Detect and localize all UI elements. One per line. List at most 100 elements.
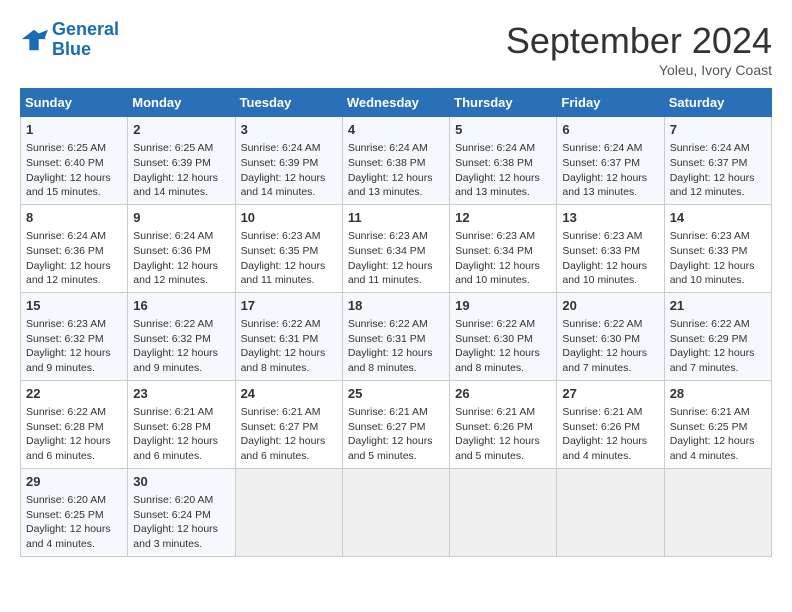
- calendar-cell: 1 Sunrise: 6:25 AM Sunset: 6:40 PM Daylig…: [21, 117, 128, 205]
- day-number: 22: [26, 385, 122, 403]
- calendar-cell: 11Sunrise: 6:23 AM Sunset: 6:34 PM Dayli…: [342, 204, 449, 292]
- day-info: Sunrise: 6:21 AM Sunset: 6:25 PM Dayligh…: [670, 405, 766, 464]
- day-info: Sunrise: 6:21 AM Sunset: 6:28 PM Dayligh…: [133, 405, 229, 464]
- calendar-header-monday: Monday: [128, 89, 235, 117]
- calendar-cell: 19Sunrise: 6:22 AM Sunset: 6:30 PM Dayli…: [450, 292, 557, 380]
- day-info: Sunrise: 6:22 AM Sunset: 6:31 PM Dayligh…: [348, 317, 444, 376]
- day-number: 24: [241, 385, 337, 403]
- day-number: 10: [241, 209, 337, 227]
- calendar-header-sunday: Sunday: [21, 89, 128, 117]
- calendar-week-row: 15 Sunrise: 6:23 AM Sunset: 6:32 PM Dayli…: [21, 292, 772, 380]
- calendar-cell: 18 Sunrise: 6:22 AM Sunset: 6:31 PM Dayli…: [342, 292, 449, 380]
- day-info: Sunrise: 6:21 AM Sunset: 6:26 PM Dayligh…: [455, 405, 551, 464]
- calendar-week-row: 22Sunrise: 6:22 AM Sunset: 6:28 PM Dayli…: [21, 380, 772, 468]
- calendar-header-row: SundayMondayTuesdayWednesdayThursdayFrid…: [21, 89, 772, 117]
- calendar-cell: 13 Sunrise: 6:23 AM Sunset: 6:33 PM Dayli…: [557, 204, 664, 292]
- calendar-cell: 12 Sunrise: 6:23 AM Sunset: 6:34 PM Dayli…: [450, 204, 557, 292]
- calendar-cell: 8 Sunrise: 6:24 AM Sunset: 6:36 PM Daylig…: [21, 204, 128, 292]
- day-info: Sunrise: 6:23 AM Sunset: 6:32 PM Dayligh…: [26, 317, 122, 376]
- logo-line1: General: [52, 19, 119, 39]
- calendar-cell: [235, 468, 342, 556]
- day-info: Sunrise: 6:24 AM Sunset: 6:38 PM Dayligh…: [348, 141, 444, 200]
- day-number: 4: [348, 121, 444, 139]
- day-number: 18: [348, 297, 444, 315]
- day-number: 6: [562, 121, 658, 139]
- calendar-header-saturday: Saturday: [664, 89, 771, 117]
- day-number: 5: [455, 121, 551, 139]
- calendar-header-thursday: Thursday: [450, 89, 557, 117]
- calendar-header-tuesday: Tuesday: [235, 89, 342, 117]
- day-number: 7: [670, 121, 766, 139]
- day-info: Sunrise: 6:23 AM Sunset: 6:34 PM Dayligh…: [348, 229, 444, 288]
- day-number: 17: [241, 297, 337, 315]
- day-number: 16: [133, 297, 229, 315]
- calendar-cell: [557, 468, 664, 556]
- day-info: Sunrise: 6:23 AM Sunset: 6:33 PM Dayligh…: [670, 229, 766, 288]
- calendar-cell: [664, 468, 771, 556]
- logo-line2: Blue: [52, 39, 91, 59]
- calendar-body: 1 Sunrise: 6:25 AM Sunset: 6:40 PM Daylig…: [21, 117, 772, 557]
- day-number: 26: [455, 385, 551, 403]
- day-info: Sunrise: 6:22 AM Sunset: 6:32 PM Dayligh…: [133, 317, 229, 376]
- day-info: Sunrise: 6:24 AM Sunset: 6:38 PM Dayligh…: [455, 141, 551, 200]
- day-number: 1: [26, 121, 122, 139]
- calendar-cell: 3 Sunrise: 6:24 AM Sunset: 6:39 PM Daylig…: [235, 117, 342, 205]
- day-info: Sunrise: 6:22 AM Sunset: 6:31 PM Dayligh…: [241, 317, 337, 376]
- location: Yoleu, Ivory Coast: [506, 62, 772, 78]
- calendar-cell: 25Sunrise: 6:21 AM Sunset: 6:27 PM Dayli…: [342, 380, 449, 468]
- calendar-cell: 23 Sunrise: 6:21 AM Sunset: 6:28 PM Dayli…: [128, 380, 235, 468]
- calendar-week-row: 8 Sunrise: 6:24 AM Sunset: 6:36 PM Daylig…: [21, 204, 772, 292]
- day-number: 27: [562, 385, 658, 403]
- day-info: Sunrise: 6:21 AM Sunset: 6:27 PM Dayligh…: [241, 405, 337, 464]
- day-number: 15: [26, 297, 122, 315]
- day-number: 12: [455, 209, 551, 227]
- calendar-header-friday: Friday: [557, 89, 664, 117]
- day-info: Sunrise: 6:23 AM Sunset: 6:33 PM Dayligh…: [562, 229, 658, 288]
- calendar-cell: 16 Sunrise: 6:22 AM Sunset: 6:32 PM Dayli…: [128, 292, 235, 380]
- day-info: Sunrise: 6:23 AM Sunset: 6:34 PM Dayligh…: [455, 229, 551, 288]
- day-info: Sunrise: 6:25 AM Sunset: 6:39 PM Dayligh…: [133, 141, 229, 200]
- day-number: 3: [241, 121, 337, 139]
- calendar-cell: [450, 468, 557, 556]
- day-info: Sunrise: 6:24 AM Sunset: 6:37 PM Dayligh…: [670, 141, 766, 200]
- day-number: 23: [133, 385, 229, 403]
- day-number: 28: [670, 385, 766, 403]
- day-number: 20: [562, 297, 658, 315]
- day-info: Sunrise: 6:23 AM Sunset: 6:35 PM Dayligh…: [241, 229, 337, 288]
- day-number: 8: [26, 209, 122, 227]
- logo: General Blue: [20, 20, 119, 60]
- day-info: Sunrise: 6:22 AM Sunset: 6:30 PM Dayligh…: [455, 317, 551, 376]
- day-number: 30: [133, 473, 229, 491]
- calendar-cell: 2Sunrise: 6:25 AM Sunset: 6:39 PM Daylig…: [128, 117, 235, 205]
- day-info: Sunrise: 6:20 AM Sunset: 6:25 PM Dayligh…: [26, 493, 122, 552]
- calendar-week-row: 29 Sunrise: 6:20 AM Sunset: 6:25 PM Dayli…: [21, 468, 772, 556]
- day-info: Sunrise: 6:21 AM Sunset: 6:26 PM Dayligh…: [562, 405, 658, 464]
- calendar-week-row: 1 Sunrise: 6:25 AM Sunset: 6:40 PM Daylig…: [21, 117, 772, 205]
- calendar-cell: 10 Sunrise: 6:23 AM Sunset: 6:35 PM Dayli…: [235, 204, 342, 292]
- day-info: Sunrise: 6:20 AM Sunset: 6:24 PM Dayligh…: [133, 493, 229, 552]
- day-number: 21: [670, 297, 766, 315]
- month-title: September 2024: [506, 20, 772, 62]
- title-area: September 2024 Yoleu, Ivory Coast: [506, 20, 772, 78]
- calendar-cell: 5 Sunrise: 6:24 AM Sunset: 6:38 PM Daylig…: [450, 117, 557, 205]
- day-number: 13: [562, 209, 658, 227]
- day-number: 29: [26, 473, 122, 491]
- day-info: Sunrise: 6:24 AM Sunset: 6:39 PM Dayligh…: [241, 141, 337, 200]
- calendar-cell: 17 Sunrise: 6:22 AM Sunset: 6:31 PM Dayli…: [235, 292, 342, 380]
- day-number: 14: [670, 209, 766, 227]
- day-number: 9: [133, 209, 229, 227]
- day-info: Sunrise: 6:25 AM Sunset: 6:40 PM Dayligh…: [26, 141, 122, 200]
- calendar-cell: 22Sunrise: 6:22 AM Sunset: 6:28 PM Dayli…: [21, 380, 128, 468]
- calendar-cell: 21 Sunrise: 6:22 AM Sunset: 6:29 PM Dayli…: [664, 292, 771, 380]
- day-info: Sunrise: 6:21 AM Sunset: 6:27 PM Dayligh…: [348, 405, 444, 464]
- calendar-table: SundayMondayTuesdayWednesdayThursdayFrid…: [20, 88, 772, 557]
- calendar-cell: 26 Sunrise: 6:21 AM Sunset: 6:26 PM Dayli…: [450, 380, 557, 468]
- day-info: Sunrise: 6:24 AM Sunset: 6:36 PM Dayligh…: [26, 229, 122, 288]
- calendar-cell: 28 Sunrise: 6:21 AM Sunset: 6:25 PM Dayli…: [664, 380, 771, 468]
- calendar-cell: 27 Sunrise: 6:21 AM Sunset: 6:26 PM Dayli…: [557, 380, 664, 468]
- calendar-cell: 9Sunrise: 6:24 AM Sunset: 6:36 PM Daylig…: [128, 204, 235, 292]
- day-info: Sunrise: 6:22 AM Sunset: 6:29 PM Dayligh…: [670, 317, 766, 376]
- calendar-cell: 6Sunrise: 6:24 AM Sunset: 6:37 PM Daylig…: [557, 117, 664, 205]
- calendar-cell: 15 Sunrise: 6:23 AM Sunset: 6:32 PM Dayli…: [21, 292, 128, 380]
- calendar-cell: 24 Sunrise: 6:21 AM Sunset: 6:27 PM Dayli…: [235, 380, 342, 468]
